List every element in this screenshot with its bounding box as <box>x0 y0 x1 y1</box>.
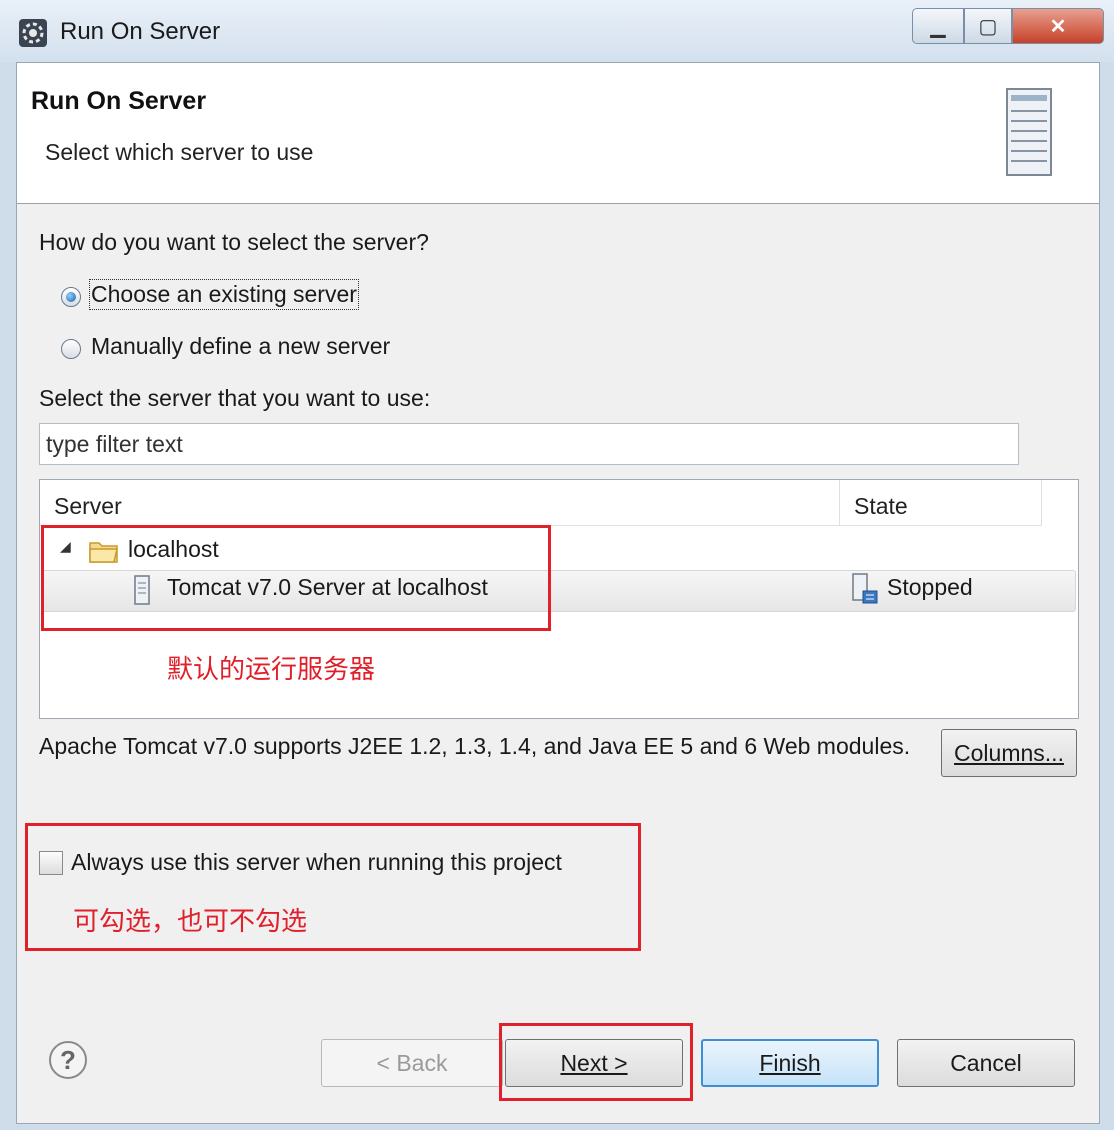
dialog-content: Run On Server Select which server to use… <box>16 62 1100 1124</box>
annotation-box-next <box>499 1023 693 1101</box>
server-banner-icon <box>1006 88 1052 176</box>
close-icon: ✕ <box>1049 15 1067 38</box>
column-header-state[interactable]: State <box>840 480 1042 526</box>
close-button[interactable]: ✕ <box>1012 8 1104 44</box>
eclipse-gear-icon <box>19 19 47 47</box>
annotation-optional: 可勾选，也可不勾选 <box>73 906 308 936</box>
maximize-button[interactable]: ▢ <box>964 8 1012 44</box>
manually-define-radio[interactable] <box>61 339 81 359</box>
window-controls: ▁ ▢ ✕ <box>912 8 1104 44</box>
filter-input[interactable] <box>39 423 1019 465</box>
server-state-cell: Stopped <box>887 574 973 600</box>
always-use-checkbox[interactable] <box>39 851 63 875</box>
manually-define-label[interactable]: Manually define a new server <box>91 333 390 360</box>
annotation-box-default-server <box>41 525 551 631</box>
server-stopped-icon <box>852 573 878 604</box>
back-button[interactable]: < Back <box>321 1039 503 1087</box>
columns-button[interactable]: Columns... <box>941 729 1077 777</box>
wizard-header: Run On Server Select which server to use <box>17 63 1099 204</box>
help-icon[interactable]: ? <box>49 1041 87 1079</box>
run-on-server-window: Run On Server ▁ ▢ ✕ Run On Server Select… <box>0 0 1114 1130</box>
columns-button-label: Columns... <box>954 739 1064 766</box>
page-subtitle: Select which server to use <box>45 139 314 165</box>
finish-button-label: Finish <box>759 1049 821 1076</box>
minimize-button[interactable]: ▁ <box>912 8 964 44</box>
minimize-icon: ▁ <box>930 15 946 38</box>
always-use-label[interactable]: Always use this server when running this… <box>71 849 562 876</box>
cancel-button-label: Cancel <box>950 1049 1022 1076</box>
choose-existing-radio[interactable] <box>61 287 81 307</box>
select-server-label: Select the server that you want to use: <box>39 385 431 411</box>
back-button-label: < Back <box>376 1049 448 1076</box>
finish-button[interactable]: Finish <box>701 1039 879 1087</box>
select-method-question: How do you want to select the server? <box>39 229 429 255</box>
page-title: Run On Server <box>31 87 207 115</box>
title-bar[interactable]: Run On Server ▁ ▢ ✕ <box>0 0 1114 62</box>
window-title: Run On Server <box>60 18 221 45</box>
choose-existing-label[interactable]: Choose an existing server <box>89 279 359 310</box>
maximize-icon: ▢ <box>978 15 998 38</box>
column-header-server[interactable]: Server <box>40 480 840 526</box>
server-description: Apache Tomcat v7.0 supports J2EE 1.2, 1.… <box>39 733 911 759</box>
cancel-button[interactable]: Cancel <box>897 1039 1075 1087</box>
annotation-default-server: 默认的运行服务器 <box>167 654 376 684</box>
